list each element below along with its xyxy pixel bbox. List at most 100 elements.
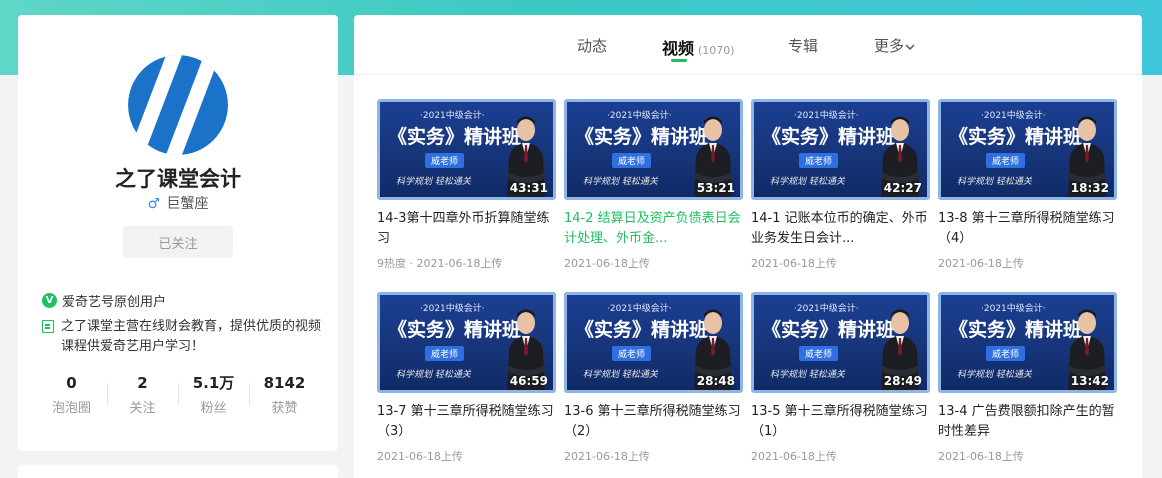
video-card[interactable]: ·2021中级会计· 《实务》精讲班 威老师 科学规划 轻松通关 28:49 1… [751, 292, 930, 472]
document-icon [42, 320, 54, 333]
video-thumbnail[interactable]: ·2021中级会计· 《实务》精讲班 威老师 科学规划 轻松通关 42:27 [751, 99, 930, 200]
thumb-title: 《实务》精讲班 [949, 126, 1083, 148]
video-card[interactable]: ·2021中级会计· 《实务》精讲班 威老师 科学规划 轻松通关 53:21 1… [564, 99, 743, 279]
stat-fans[interactable]: 5.1万 粉丝 [178, 373, 249, 417]
video-count: (1070) [698, 44, 735, 57]
stat-likes[interactable]: 8142 获赞 [249, 373, 320, 417]
video-card[interactable]: ·2021中级会计· 《实务》精讲班 威老师 科学规划 轻松通关 43:31 1… [377, 99, 556, 279]
stat-label: 关注 [129, 401, 156, 416]
thumb-teacher: 威老师 [799, 153, 839, 168]
tab-video[interactable]: 视频 (1070) [662, 35, 735, 59]
video-title[interactable]: 13-8 第十三章所得税随堂练习（4） [938, 209, 1117, 249]
thumb-teacher: 威老师 [799, 346, 839, 361]
follow-button[interactable]: 已关注 [123, 226, 233, 258]
video-thumbnail[interactable]: ·2021中级会计· 《实务》精讲班 威老师 科学规划 轻松通关 13:42 [938, 292, 1117, 393]
video-title[interactable]: 14-2 结算日及资产负债表日会计处理、外币金... [564, 209, 743, 249]
thumb-slogan: 科学规划 轻松通关 [583, 370, 658, 380]
active-tab-indicator [671, 59, 687, 62]
secondary-card [18, 465, 338, 478]
stat-value: 0 [66, 374, 77, 392]
thumb-slogan: 科学规划 轻松通关 [396, 177, 471, 187]
tab-more-label: 更多 [874, 37, 905, 55]
video-grid: ·2021中级会计· 《实务》精讲班 威老师 科学规划 轻松通关 43:31 1… [377, 99, 1117, 472]
video-title[interactable]: 13-4 广告费限额扣除产生的暂时性差异 [938, 402, 1117, 442]
video-thumbnail[interactable]: ·2021中级会计· 《实务》精讲班 威老师 科学规划 轻松通关 53:21 [564, 99, 743, 200]
video-meta: 9热度 · 2021-06-18上传 [377, 257, 503, 270]
thumb-year: ·2021中级会计· [607, 304, 672, 314]
thumb-slogan: 科学规划 轻松通关 [770, 177, 845, 187]
video-thumbnail[interactable]: ·2021中级会计· 《实务》精讲班 威老师 科学规划 轻松通关 28:48 [564, 292, 743, 393]
thumb-title: 《实务》精讲班 [949, 319, 1083, 341]
description-row: 之了课堂主营在线财会教育，提供优质的视频课程供爱奇艺用户学习！ [42, 317, 322, 357]
verify-row: V 爱奇艺号原创用户 [42, 291, 166, 310]
thumb-title: 《实务》精讲班 [388, 319, 522, 341]
thumb-slogan: 科学规划 轻松通关 [770, 370, 845, 380]
channel-logo-icon[interactable] [128, 55, 228, 155]
tab-dynamic[interactable]: 动态 [577, 35, 607, 56]
video-title[interactable]: 13-6 第十三章所得税随堂练习（2） [564, 402, 743, 442]
tab-bar: 动态 视频 (1070) 专辑 更多 [354, 15, 1142, 75]
video-duration: 28:48 [696, 374, 735, 388]
video-thumbnail[interactable]: ·2021中级会计· 《实务》精讲班 威老师 科学规划 轻松通关 28:49 [751, 292, 930, 393]
video-meta: 2021-06-18上传 [564, 257, 650, 270]
thumb-year: ·2021中级会计· [794, 111, 859, 121]
tab-album[interactable]: 专辑 [788, 35, 818, 56]
video-card[interactable]: ·2021中级会计· 《实务》精讲班 威老师 科学规划 轻松通关 46:59 1… [377, 292, 556, 472]
profile-description: 之了课堂主营在线财会教育，提供优质的视频课程供爱奇艺用户学习！ [61, 319, 322, 354]
video-title[interactable]: 13-7 第十三章所得税随堂练习（3） [377, 402, 556, 442]
tab-video-label: 视频 [662, 39, 695, 58]
stat-following[interactable]: 2 关注 [107, 373, 178, 417]
thumb-teacher: 威老师 [986, 346, 1026, 361]
thumb-title: 《实务》精讲班 [762, 126, 896, 148]
chevron-down-icon [905, 44, 915, 51]
thumb-teacher: 威老师 [986, 153, 1026, 168]
thumb-teacher: 威老师 [425, 346, 465, 361]
video-duration: 43:31 [509, 181, 548, 195]
video-duration: 46:59 [509, 374, 548, 388]
stats-bar: 0 泡泡圈 2 关注 5.1万 粉丝 8142 获赞 [36, 373, 320, 417]
main-panel: 动态 视频 (1070) 专辑 更多 ·2021中级会计· 《实务》精讲班 威老师… [354, 15, 1142, 478]
video-duration: 42:27 [883, 181, 922, 195]
video-card[interactable]: ·2021中级会计· 《实务》精讲班 威老师 科学规划 轻松通关 13:42 1… [938, 292, 1117, 472]
thumb-title: 《实务》精讲班 [388, 126, 522, 148]
video-meta: 2021-06-18上传 [938, 257, 1024, 270]
video-meta: 2021-06-18上传 [938, 450, 1024, 463]
thumb-teacher: 威老师 [612, 153, 652, 168]
zodiac-label: 巨蟹座 [166, 196, 209, 212]
verify-label: 爱奇艺号原创用户 [62, 295, 167, 310]
video-title[interactable]: 14-1 记账本位币的确定、外币业务发生日会计... [751, 209, 930, 249]
video-meta: 2021-06-18上传 [751, 257, 837, 270]
thumb-year: ·2021中级会计· [981, 304, 1046, 314]
thumb-title: 《实务》精讲班 [575, 126, 709, 148]
video-duration: 53:21 [696, 181, 735, 195]
stat-value: 8142 [263, 374, 306, 392]
video-meta: 2021-06-18上传 [564, 450, 650, 463]
male-icon: ♂ [147, 196, 161, 212]
stat-label: 粉丝 [200, 401, 227, 416]
thumb-year: ·2021中级会计· [981, 111, 1046, 121]
video-thumbnail[interactable]: ·2021中级会计· 《实务》精讲班 威老师 科学规划 轻松通关 43:31 [377, 99, 556, 200]
video-card[interactable]: ·2021中级会计· 《实务》精讲班 威老师 科学规划 轻松通关 28:48 1… [564, 292, 743, 472]
video-duration: 13:42 [1070, 374, 1109, 388]
thumb-slogan: 科学规划 轻松通关 [583, 177, 658, 187]
video-meta: 2021-06-18上传 [377, 450, 463, 463]
video-meta: 2021-06-18上传 [751, 450, 837, 463]
video-title[interactable]: 13-5 第十三章所得税随堂练习（1） [751, 402, 930, 442]
video-thumbnail[interactable]: ·2021中级会计· 《实务》精讲班 威老师 科学规划 轻松通关 18:32 [938, 99, 1117, 200]
stat-value: 2 [137, 374, 148, 392]
thumb-teacher: 威老师 [425, 153, 465, 168]
video-card[interactable]: ·2021中级会计· 《实务》精讲班 威老师 科学规划 轻松通关 42:27 1… [751, 99, 930, 279]
profile-card: 之了课堂会计 ♂ 巨蟹座 已关注 V 爱奇艺号原创用户 之了课堂主营在线财会教育… [18, 15, 338, 451]
tab-more[interactable]: 更多 [874, 35, 915, 56]
video-duration: 28:49 [883, 374, 922, 388]
video-card[interactable]: ·2021中级会计· 《实务》精讲班 威老师 科学规划 轻松通关 18:32 1… [938, 99, 1117, 279]
stat-value: 5.1万 [192, 374, 235, 392]
stat-label: 获赞 [271, 401, 298, 416]
thumb-title: 《实务》精讲班 [575, 319, 709, 341]
video-thumbnail[interactable]: ·2021中级会计· 《实务》精讲班 威老师 科学规划 轻松通关 46:59 [377, 292, 556, 393]
stat-label: 泡泡圈 [51, 401, 91, 416]
verified-icon: V [42, 293, 57, 308]
gender-zodiac: ♂ 巨蟹座 [18, 193, 338, 213]
stat-bubble[interactable]: 0 泡泡圈 [36, 373, 107, 417]
video-title[interactable]: 14-3第十四章外币折算随堂练习 [377, 209, 556, 249]
